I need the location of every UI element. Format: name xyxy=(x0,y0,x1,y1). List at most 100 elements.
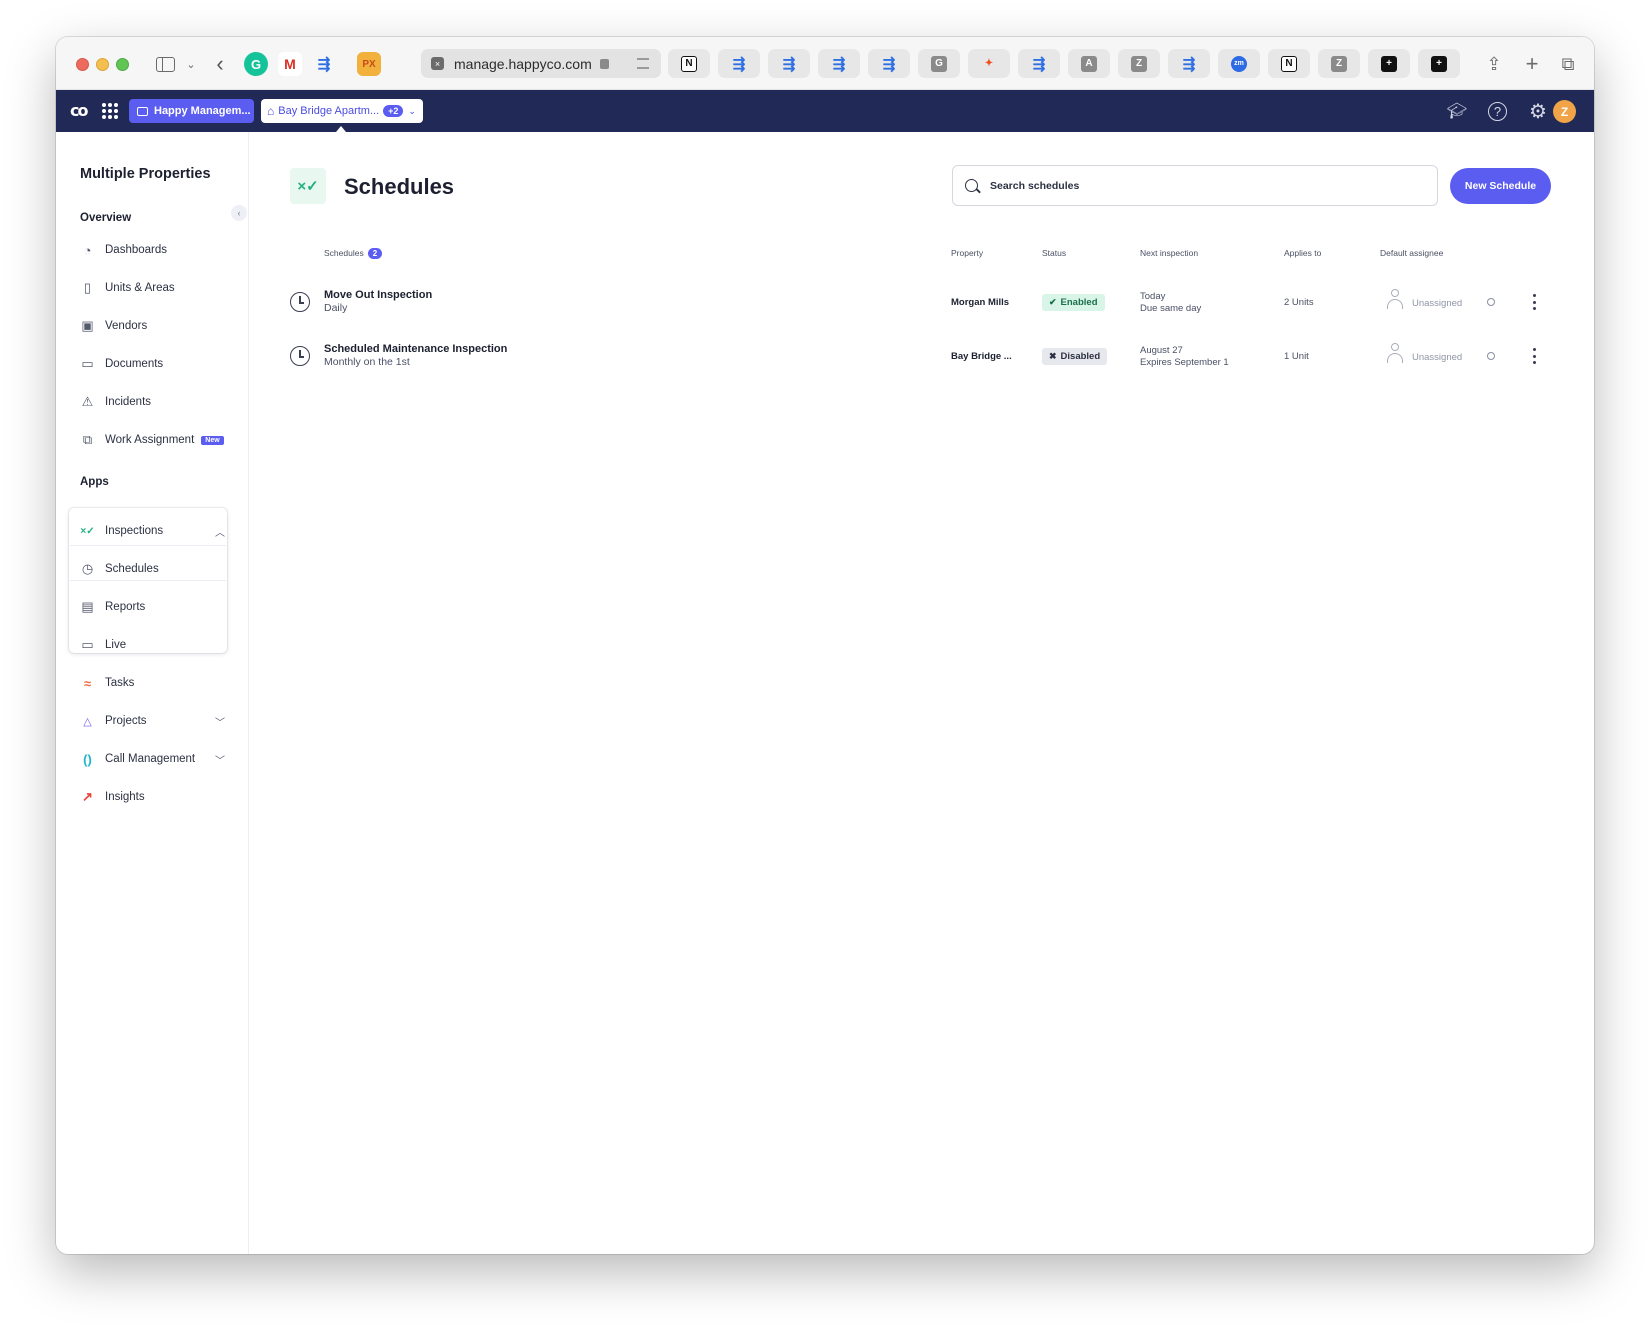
g-icon: G xyxy=(931,55,947,72)
browser-tab[interactable]: + xyxy=(1368,49,1410,78)
org-switcher[interactable]: Happy Managem... xyxy=(129,99,254,123)
table-row[interactable]: Move Out Inspection Daily Morgan Mills ✔… xyxy=(290,278,1552,326)
collapse-sidebar-icon[interactable]: ‹ xyxy=(231,205,247,221)
sidebar-item-units-areas[interactable]: ▯ Units & Areas xyxy=(69,270,237,306)
browser-tab[interactable]: ✦ xyxy=(968,49,1010,78)
z-icon: Z xyxy=(1131,55,1147,72)
house-icon: ⌂ xyxy=(267,104,275,118)
more-options-icon[interactable] xyxy=(1527,348,1541,364)
gmail-icon[interactable]: M xyxy=(278,52,302,76)
sidebar-item-label: Live xyxy=(105,639,127,651)
sidebar-item-inspections[interactable]: ×✓ Inspections ︿ xyxy=(69,513,237,549)
app-grid-icon[interactable] xyxy=(102,103,118,119)
browser-tab[interactable]: Z xyxy=(1318,49,1360,78)
door-icon: ▯ xyxy=(83,280,92,295)
close-window-button[interactable] xyxy=(76,58,89,71)
new-tab-icon[interactable]: + xyxy=(1520,50,1544,78)
column-header-status[interactable]: Status xyxy=(1042,248,1066,258)
more-options-icon[interactable] xyxy=(1527,294,1541,310)
jira-icon[interactable]: ⇶ xyxy=(312,52,336,76)
browser-tab[interactable]: Z xyxy=(1118,49,1160,78)
browser-tab[interactable]: N xyxy=(1268,49,1310,78)
search-box[interactable] xyxy=(952,165,1438,206)
sidebar-item-tasks[interactable]: ≈ Tasks xyxy=(69,665,237,701)
default-assignee[interactable]: Unassigned xyxy=(1412,352,1462,363)
schedule-name[interactable]: Scheduled Maintenance Inspection xyxy=(324,343,507,355)
new-schedule-button[interactable]: New Schedule xyxy=(1450,168,1551,204)
address-bar[interactable]: × manage.happyco.com xyxy=(421,49,661,78)
browser-toolbar: ⌄ ‹ G M ⇶ PX × manage.happyco.com N ⇶ ⇶ ⇶ ⇶ G… xyxy=(56,37,1594,90)
property-name: Bay Bridge Apartm... xyxy=(278,105,380,117)
column-header-applies-to[interactable]: Applies to xyxy=(1284,248,1321,258)
sidebar-item-schedules[interactable]: ◷ Schedules xyxy=(69,551,237,587)
sidebar-item-reports[interactable]: ▤ Reports xyxy=(69,589,237,625)
default-assignee[interactable]: Unassigned xyxy=(1412,298,1462,309)
sidebar-item-projects[interactable]: △ Projects ﹀ xyxy=(69,703,237,739)
column-header-next-inspection[interactable]: Next inspection xyxy=(1140,248,1198,258)
sidebar-item-dashboards[interactable]: ◔ Dashboards xyxy=(69,232,237,268)
browser-tab[interactable]: + xyxy=(1418,49,1460,78)
sidebar-item-documents[interactable]: ▭ Documents xyxy=(69,346,237,382)
happyco-logo[interactable]: co xyxy=(70,101,92,121)
gear-icon[interactable]: ⚙︎ xyxy=(1527,100,1549,123)
share-icon[interactable]: ⇪ xyxy=(1482,50,1506,78)
table-row[interactable]: Scheduled Maintenance Inspection Monthly… xyxy=(290,332,1552,380)
schedule-frequency: Daily xyxy=(324,302,348,314)
status-badge: ✔ Enabled xyxy=(1042,294,1105,311)
avatar[interactable]: Z xyxy=(1553,100,1576,123)
column-header-schedules[interactable]: Schedules 2 xyxy=(324,248,383,259)
browser-window: ⌄ ‹ G M ⇶ PX × manage.happyco.com N ⇶ ⇶ ⇶ ⇶ G… xyxy=(56,37,1594,1254)
minimize-window-button[interactable] xyxy=(96,58,109,71)
browser-tab[interactable]: A xyxy=(1068,49,1110,78)
sidebar-item-insights[interactable]: ↗ Insights xyxy=(69,779,237,815)
new-badge: New xyxy=(201,435,224,445)
column-header-default-assignee[interactable]: Default assignee xyxy=(1380,248,1443,258)
info-icon[interactable] xyxy=(1487,352,1495,360)
sidebar-item-label: Projects xyxy=(105,715,147,727)
search-icon xyxy=(965,179,978,192)
sidebar-item-work-assignment[interactable]: ⧉ Work Assignment New xyxy=(69,422,237,458)
browser-tab[interactable]: G xyxy=(918,49,960,78)
reader-icon[interactable] xyxy=(637,58,649,69)
back-icon[interactable]: ‹ xyxy=(210,50,230,78)
tab-overview-icon[interactable]: ⧉ xyxy=(1556,50,1580,78)
schedule-name[interactable]: Move Out Inspection xyxy=(324,289,432,301)
grammarly-icon[interactable]: G xyxy=(244,52,268,76)
browser-tab[interactable]: ⇶ xyxy=(818,49,860,78)
px-icon[interactable]: PX xyxy=(357,52,381,76)
search-input[interactable] xyxy=(990,179,1410,192)
applies-to: 2 Units xyxy=(1284,297,1314,308)
browser-tab[interactable]: zm xyxy=(1218,49,1260,78)
graduation-cap-icon[interactable]: 🎓︎ xyxy=(1446,100,1468,122)
help-icon[interactable]: ? xyxy=(1488,102,1507,121)
browser-tab[interactable]: ⇶ xyxy=(1168,49,1210,78)
chevron-down-icon: ﹀ xyxy=(215,755,225,767)
a-icon: A xyxy=(1081,55,1097,72)
sidebar-item-label: Dashboards xyxy=(105,244,168,256)
sidebar-item-live[interactable]: ▭ Live xyxy=(69,627,237,663)
browser-tab[interactable]: N xyxy=(668,49,710,78)
figma-icon: ✦ xyxy=(984,58,994,69)
sidebar-item-vendors[interactable]: ▣ Vendors xyxy=(69,308,237,344)
tasks-icon: ≈ xyxy=(83,675,92,691)
browser-tab[interactable]: ⇶ xyxy=(768,49,810,78)
next-inspection-date: August 27 xyxy=(1140,345,1183,356)
chevron-down-icon[interactable]: ⌄ xyxy=(184,50,198,78)
schedule-count-badge: 2 xyxy=(367,248,383,259)
chevron-up-icon: ︿ xyxy=(215,527,225,539)
sidebar-toggle-icon[interactable] xyxy=(152,50,178,78)
sidebar-item-call-management[interactable]: () Call Management ﹀ xyxy=(69,741,237,777)
column-header-property[interactable]: Property xyxy=(951,248,983,258)
notion-icon: N xyxy=(681,55,697,72)
jira-icon: ⇶ xyxy=(782,55,796,73)
browser-tab[interactable]: ⇶ xyxy=(868,49,910,78)
info-icon[interactable] xyxy=(1487,298,1495,306)
browser-tab[interactable]: ⇶ xyxy=(1018,49,1060,78)
browser-tab[interactable]: ⇶ xyxy=(718,49,760,78)
zoom-window-button[interactable] xyxy=(116,58,129,71)
chevron-down-icon: ⌄ xyxy=(408,105,416,116)
property-switcher[interactable]: ⌂ Bay Bridge Apartm... +2 ⌄ xyxy=(261,99,423,123)
plus-square-icon: + xyxy=(1381,55,1397,72)
url-text: manage.happyco.com xyxy=(454,55,592,72)
sidebar-item-incidents[interactable]: ⚠︎ Incidents xyxy=(69,384,237,420)
